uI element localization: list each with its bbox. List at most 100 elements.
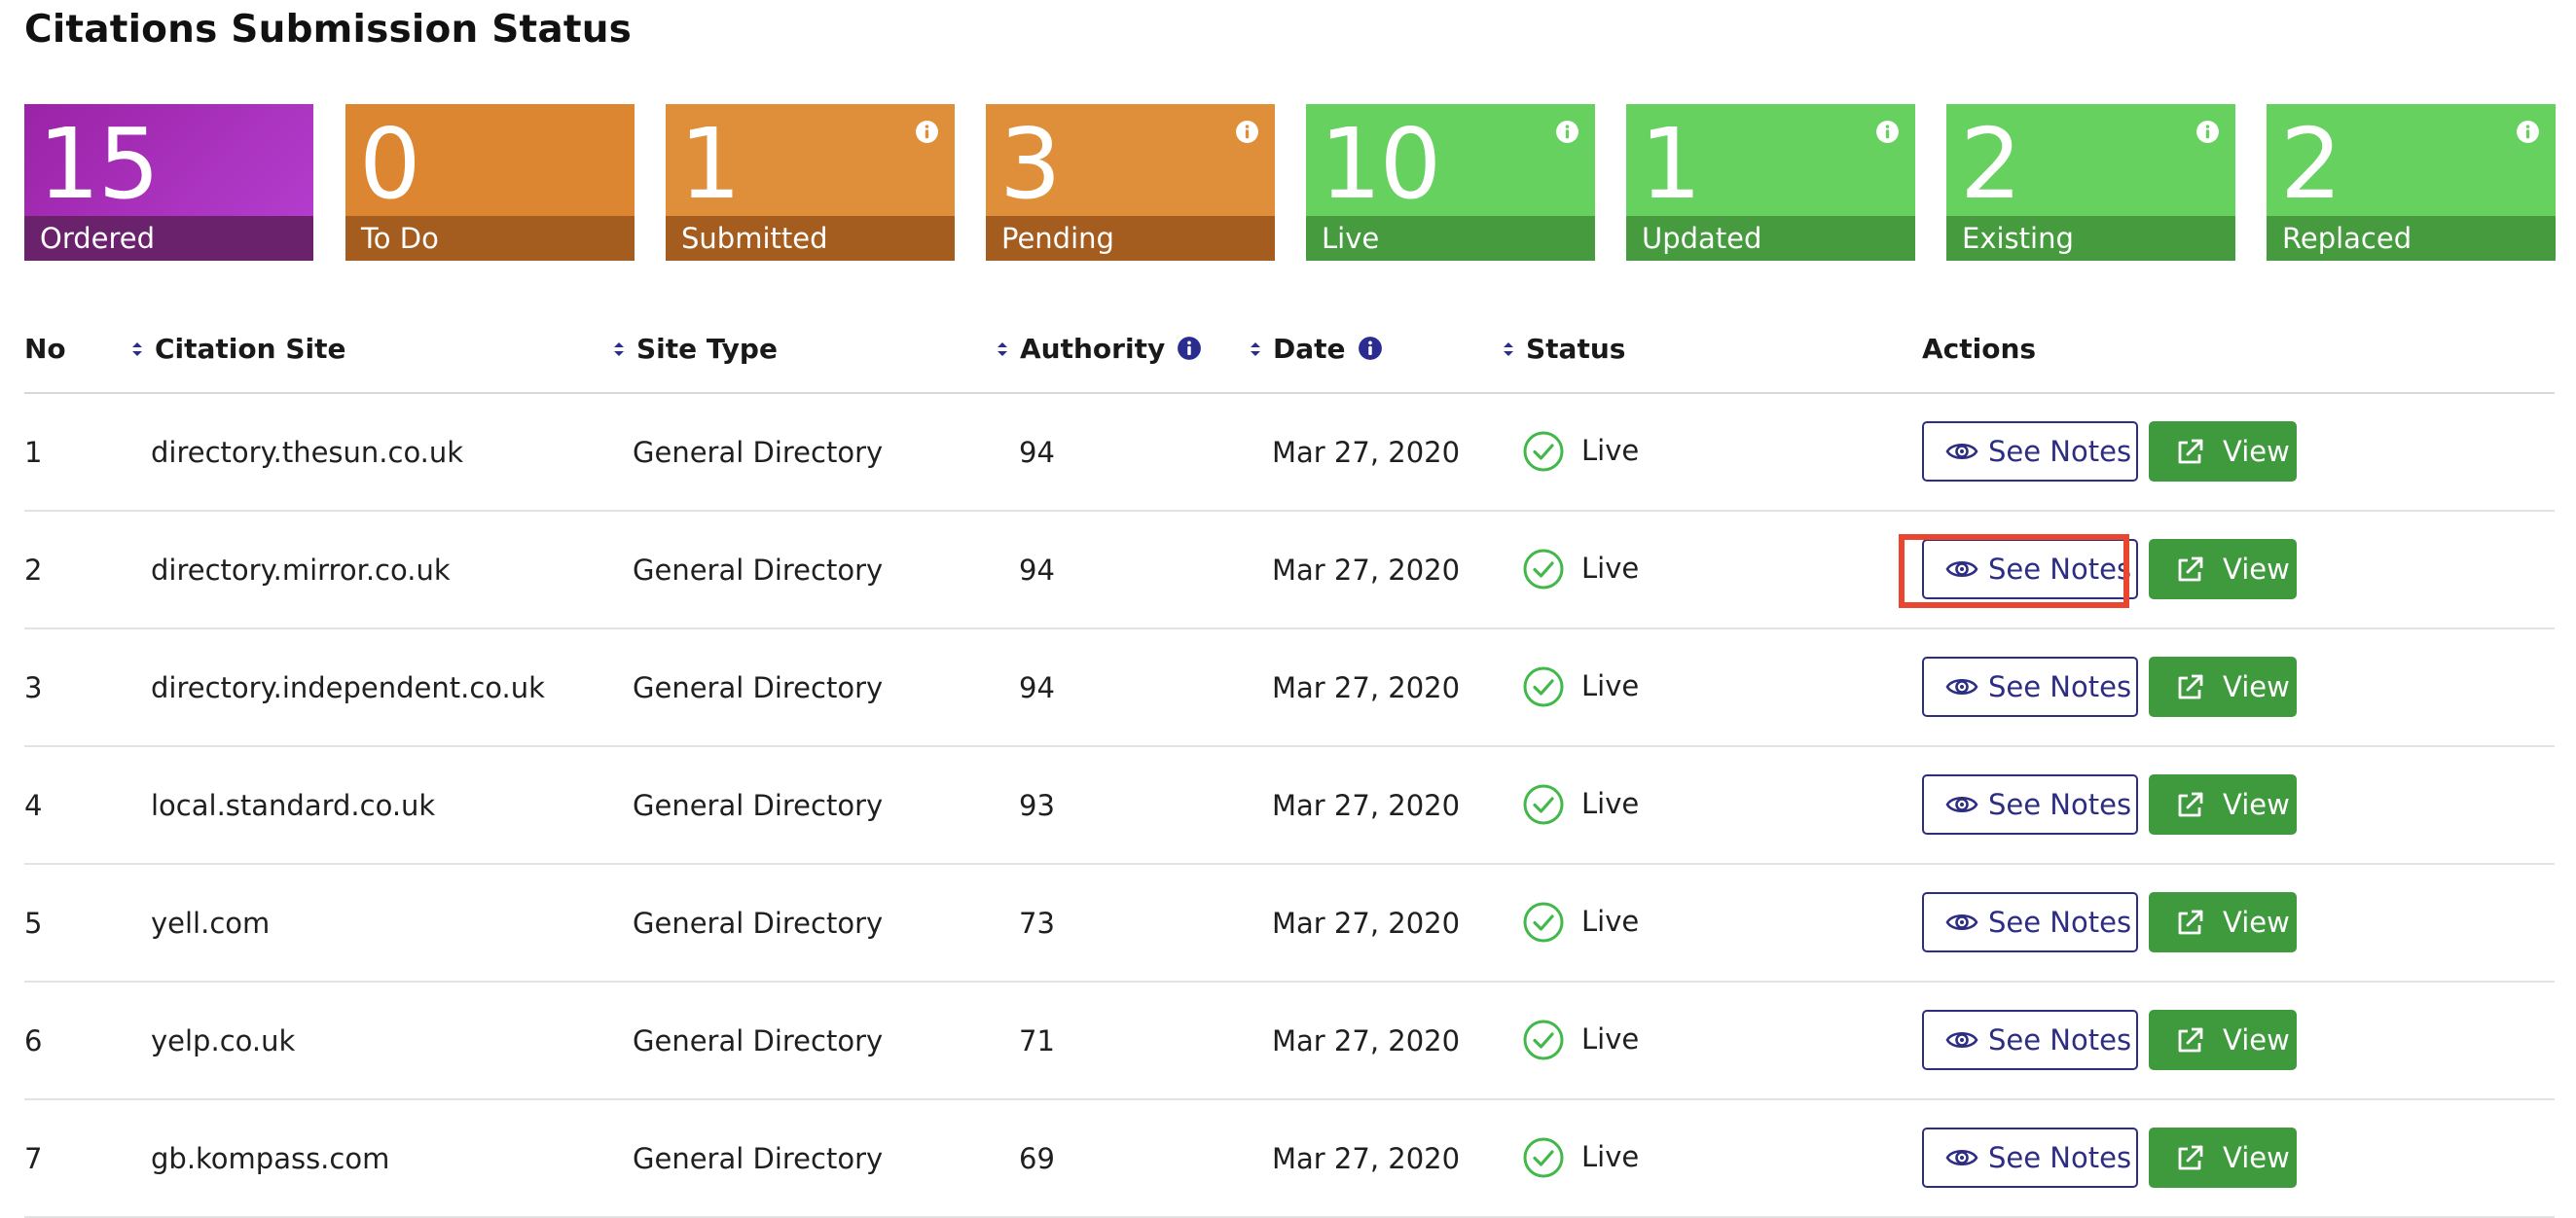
column-header-no: No — [24, 333, 66, 365]
column-header-status[interactable]: Status — [1503, 326, 1625, 373]
external-link-icon — [2178, 1145, 2203, 1170]
stat-card-replaced: 2 Replaced — [2267, 104, 2556, 261]
table-row: 5 yell.com General Directory 73 Mar 27, … — [24, 865, 2555, 983]
stat-value: 0 — [359, 107, 421, 221]
table-header: No Citation Site Site Type Authority Dat… — [24, 326, 2555, 394]
sort-icon[interactable] — [613, 326, 627, 373]
info-icon[interactable] — [1875, 120, 1900, 144]
stat-value: 1 — [679, 107, 742, 221]
cell-authority: 69 — [1019, 1142, 1055, 1175]
info-icon[interactable] — [1555, 120, 1579, 144]
cell-date: Mar 27, 2020 — [1272, 1142, 1461, 1175]
view-button[interactable]: View — [2149, 892, 2297, 952]
cell-site-type: General Directory — [633, 436, 884, 469]
cell-no: 5 — [24, 907, 43, 940]
cell-authority: 94 — [1019, 436, 1055, 469]
cell-date: Mar 27, 2020 — [1272, 436, 1461, 469]
view-label: View — [2223, 1141, 2290, 1174]
check-circle-icon — [1523, 1020, 1564, 1060]
column-header-authority[interactable]: Authority — [997, 326, 1202, 373]
sort-icon[interactable] — [997, 326, 1010, 373]
stat-value: 1 — [1640, 107, 1702, 221]
view-button[interactable]: View — [2149, 1128, 2297, 1188]
cell-citation-site: directory.independent.co.uk — [151, 671, 545, 704]
eye-icon — [1945, 678, 1978, 696]
see-notes-button[interactable]: See Notes — [1922, 892, 2138, 952]
cell-citation-site: directory.thesun.co.uk — [151, 436, 464, 469]
stat-label: Submitted — [666, 216, 955, 261]
cell-site-type: General Directory — [633, 789, 884, 822]
cell-site-type: General Directory — [633, 554, 884, 587]
see-notes-button[interactable]: See Notes — [1922, 539, 2138, 599]
info-icon[interactable] — [1358, 336, 1383, 361]
stat-label: Pending — [986, 216, 1275, 261]
cell-no: 3 — [24, 671, 43, 704]
cell-authority: 73 — [1019, 907, 1055, 940]
see-notes-label: See Notes — [1988, 1141, 2132, 1174]
check-circle-icon — [1523, 666, 1564, 707]
stat-label: Live — [1306, 216, 1595, 261]
column-header-label: Date — [1273, 333, 1346, 365]
info-icon[interactable] — [915, 120, 939, 144]
stat-value: 10 — [1320, 107, 1441, 221]
stat-label: Replaced — [2267, 216, 2556, 261]
see-notes-label: See Notes — [1988, 670, 2132, 703]
check-circle-icon — [1523, 431, 1564, 472]
see-notes-button[interactable]: See Notes — [1922, 657, 2138, 717]
info-icon[interactable] — [2195, 120, 2220, 144]
view-button[interactable]: View — [2149, 657, 2297, 717]
eye-icon — [1945, 1031, 1978, 1049]
see-notes-label: See Notes — [1988, 906, 2132, 939]
cell-status: Live — [1581, 905, 1640, 938]
column-header-citation-site[interactable]: Citation Site — [131, 326, 345, 373]
cell-citation-site: yell.com — [151, 907, 271, 940]
external-link-icon — [2178, 439, 2203, 464]
cell-date: Mar 27, 2020 — [1272, 671, 1461, 704]
stat-label: Existing — [1946, 216, 2235, 261]
see-notes-label: See Notes — [1988, 788, 2132, 821]
view-button[interactable]: View — [2149, 1010, 2297, 1070]
external-link-icon — [2178, 792, 2203, 817]
see-notes-label: See Notes — [1988, 1023, 2132, 1057]
see-notes-button[interactable]: See Notes — [1922, 1010, 2138, 1070]
see-notes-button[interactable]: See Notes — [1922, 774, 2138, 835]
info-icon[interactable] — [1235, 120, 1259, 144]
sort-icon[interactable] — [131, 326, 145, 373]
stat-card-existing: 2 Existing — [1946, 104, 2235, 261]
column-header-site-type[interactable]: Site Type — [613, 326, 778, 373]
cell-authority: 94 — [1019, 671, 1055, 704]
stat-card-to-do: 0 To Do — [345, 104, 635, 261]
eye-icon — [1945, 560, 1978, 578]
cell-date: Mar 27, 2020 — [1272, 907, 1461, 940]
check-circle-icon — [1523, 784, 1564, 825]
cell-site-type: General Directory — [633, 1024, 884, 1057]
see-notes-button[interactable]: See Notes — [1922, 1128, 2138, 1188]
see-notes-button[interactable]: See Notes — [1922, 421, 2138, 482]
cell-no: 4 — [24, 789, 43, 822]
view-button[interactable]: View — [2149, 539, 2297, 599]
column-header-label: Site Type — [636, 333, 778, 365]
cell-site-type: General Directory — [633, 1142, 884, 1175]
table-row: 6 yelp.co.uk General Directory 71 Mar 27… — [24, 983, 2555, 1100]
cell-citation-site: local.standard.co.uk — [151, 789, 436, 822]
sort-icon[interactable] — [1503, 326, 1516, 373]
cell-status: Live — [1581, 787, 1640, 820]
view-label: View — [2223, 435, 2290, 468]
cell-status: Live — [1581, 669, 1640, 702]
cell-status: Live — [1581, 1022, 1640, 1056]
info-icon[interactable] — [1177, 336, 1202, 361]
stat-value: 15 — [38, 107, 160, 221]
stat-label: Updated — [1626, 216, 1915, 261]
view-button[interactable]: View — [2149, 421, 2297, 482]
table-row: 2 directory.mirror.co.uk General Directo… — [24, 512, 2555, 629]
view-button[interactable]: View — [2149, 774, 2297, 835]
cell-authority: 94 — [1019, 554, 1055, 587]
stat-value: 3 — [999, 107, 1062, 221]
table-row: 7 gb.kompass.com General Directory 69 Ma… — [24, 1100, 2555, 1218]
cell-authority: 93 — [1019, 789, 1055, 822]
cell-no: 7 — [24, 1142, 43, 1175]
column-header-date[interactable]: Date — [1250, 326, 1383, 373]
cell-citation-site: gb.kompass.com — [151, 1142, 390, 1175]
sort-icon[interactable] — [1250, 326, 1263, 373]
info-icon[interactable] — [2516, 120, 2540, 144]
